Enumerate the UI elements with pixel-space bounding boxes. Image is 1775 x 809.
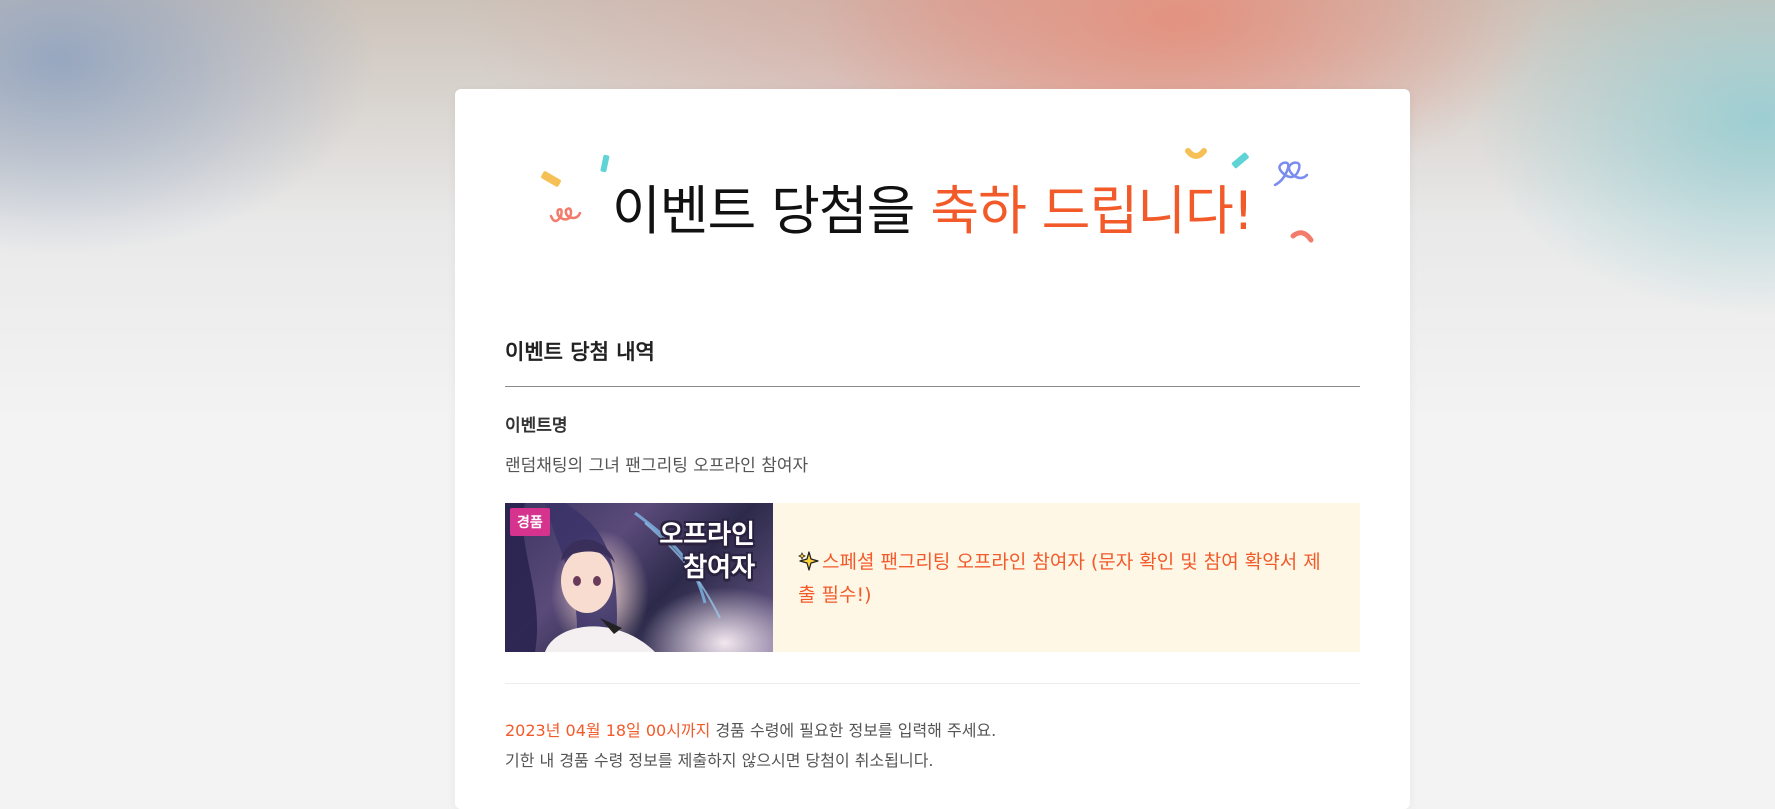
winner-card: 이벤트 당첨을 축하 드립니다! 이벤트 당첨 내역 이벤트명 랜덤채팅의 그녀… <box>455 89 1410 809</box>
notice-divider <box>505 683 1360 684</box>
confetti-teal-left <box>600 154 610 173</box>
prize-box: 오프라인 참여자 경품 스페셜 팬그리팅 오프라인 참여자 (문자 확인 및 참… <box>505 503 1360 652</box>
event-name-value: 랜덤채팅의 그녀 팬그리팅 오프라인 참여자 <box>505 456 809 476</box>
prize-image-caption: 오프라인 참여자 <box>659 520 755 583</box>
confetti-blue-spiral <box>1273 161 1309 187</box>
notice-text: 2023년 04월 18일 00시까지 경품 수령에 필요한 정보를 입력해 주… <box>505 716 996 776</box>
deadline-text: 2023년 04월 18일 00시까지 <box>505 721 711 740</box>
confetti-teal-right <box>1231 152 1249 169</box>
congratulations-headline: 이벤트 당첨을 축하 드립니다! <box>455 185 1410 238</box>
sparkles-icon <box>798 551 819 571</box>
headline-accent: 축하 드립니다! <box>930 181 1254 242</box>
headline-main: 이벤트 당첨을 <box>612 181 915 242</box>
notice-line-1: 2023년 04월 18일 00시까지 경품 수령에 필요한 정보를 입력해 주… <box>505 716 996 746</box>
notice-line-1-rest: 경품 수령에 필요한 정보를 입력해 주세요. <box>710 721 997 740</box>
notice-line-2: 기한 내 경품 수령 정보를 제출하지 않으시면 당첨이 취소됩니다. <box>505 751 934 770</box>
section-title: 이벤트 당첨 내역 <box>505 340 655 364</box>
confetti-yellow-right <box>1185 148 1207 159</box>
prize-description-text: 스페셜 팬그리팅 오프라인 참여자 (문자 확인 및 참여 확약서 제출 필수!… <box>798 551 1321 606</box>
event-name-label: 이벤트명 <box>505 416 568 436</box>
prize-badge: 경품 <box>510 508 550 536</box>
prize-description: 스페셜 팬그리팅 오프라인 참여자 (문자 확인 및 참여 확약서 제출 필수!… <box>798 546 1333 612</box>
section-divider <box>505 386 1360 387</box>
prize-image: 오프라인 참여자 경품 <box>505 503 773 652</box>
